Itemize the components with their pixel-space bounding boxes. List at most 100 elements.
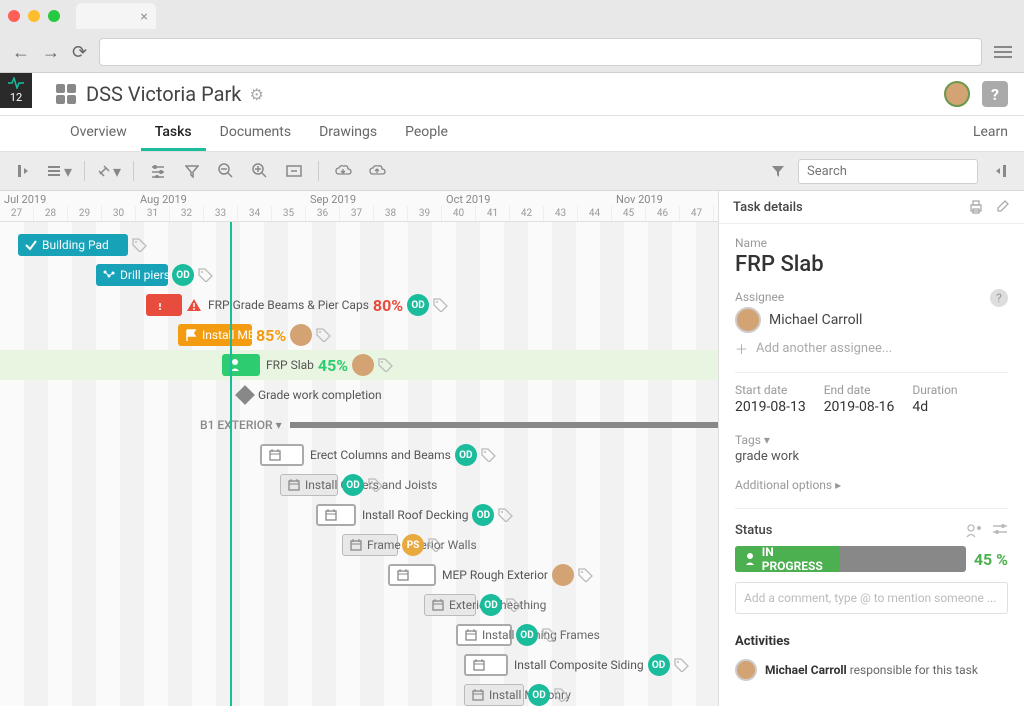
task-bar[interactable] [260, 444, 304, 466]
gantt-row[interactable]: Install Roof DeckingOD [0, 500, 718, 530]
task-bar[interactable]: Install MEP U/G [178, 324, 252, 346]
initials-badge[interactable]: OD [472, 504, 494, 526]
url-bar[interactable] [99, 38, 982, 66]
collapse-panel-icon[interactable] [12, 158, 40, 184]
timeline-week[interactable]: 31 [136, 206, 170, 221]
timeline-week[interactable]: 30 [102, 206, 136, 221]
gantt-row[interactable]: Install MasonryOD [0, 680, 718, 706]
help-assignee-icon[interactable]: ? [990, 289, 1008, 307]
initials-badge[interactable]: OD [516, 624, 538, 646]
tag-icon[interactable] [198, 268, 214, 282]
gantt-row[interactable]: Drill piersOD [0, 260, 718, 290]
task-bar[interactable] [464, 654, 508, 676]
task-bar[interactable]: Building Pad [18, 234, 128, 256]
gantt-row[interactable]: Install Awning FramesOD [0, 620, 718, 650]
sliders-icon[interactable] [144, 158, 172, 184]
milestone-icon[interactable] [235, 385, 255, 405]
add-assignee-button[interactable]: ＋ Add another assignee... [735, 339, 1008, 358]
assignee-avatar-badge[interactable] [552, 564, 574, 586]
tag-icon[interactable] [542, 628, 558, 642]
task-bar[interactable] [222, 354, 260, 376]
timeline-week[interactable]: 45 [612, 206, 646, 221]
timeline-week[interactable]: 47 [680, 206, 714, 221]
initials-badge[interactable]: OD [342, 474, 364, 496]
reload-button[interactable]: ⟳ [72, 42, 87, 63]
gantt-row[interactable]: FRP Grade Beams & Pier Caps80%OD [0, 290, 718, 320]
tag-icon[interactable] [368, 478, 384, 492]
tag-icon[interactable] [498, 508, 514, 522]
gantt-row[interactable]: Grade work completion [0, 380, 718, 410]
initials-badge[interactable]: PS [402, 534, 424, 556]
initials-badge[interactable]: OD [407, 294, 429, 316]
close-window-button[interactable] [8, 10, 20, 22]
duration-value[interactable]: 4d [912, 399, 957, 415]
tag-icon[interactable] [433, 298, 449, 312]
gantt-row[interactable]: Install MEP U/G85% [0, 320, 718, 350]
assign-status-icon[interactable] [966, 524, 982, 538]
gantt-row[interactable]: B1 EXTERIOR ▾ [0, 410, 718, 440]
initials-badge[interactable]: OD [648, 654, 670, 676]
tab-people[interactable]: People [391, 116, 462, 151]
timeline-week[interactable]: 28 [34, 206, 68, 221]
additional-options[interactable]: Additional options ▸ [735, 472, 1008, 508]
minimize-window-button[interactable] [28, 10, 40, 22]
cloud-download-icon[interactable] [329, 158, 357, 184]
gantt-row[interactable]: Erect Columns and BeamsOD [0, 440, 718, 470]
tab-overview[interactable]: Overview [56, 116, 141, 151]
fit-screen-icon[interactable] [280, 158, 308, 184]
tag-icon[interactable] [428, 538, 444, 552]
task-bar[interactable]: Install Masonry [464, 684, 524, 706]
task-bar[interactable]: Install Girders and Joists [280, 474, 338, 496]
timeline-week[interactable]: 27 [0, 206, 34, 221]
gantt-chart[interactable]: Jul 201927282930Aug 20193132333435Sep 20… [0, 191, 718, 706]
task-name-value[interactable]: FRP Slab [735, 252, 1008, 277]
initials-badge[interactable]: OD [528, 684, 550, 706]
tab-drawings[interactable]: Drawings [305, 116, 391, 151]
notifications-badge[interactable]: 12 [0, 73, 32, 108]
maximize-window-button[interactable] [48, 10, 60, 22]
task-bar[interactable] [316, 504, 356, 526]
close-tab-icon[interactable]: × [140, 9, 147, 25]
edit-icon[interactable] [996, 199, 1010, 215]
zoom-in-icon[interactable] [246, 158, 274, 184]
task-bar[interactable] [388, 564, 436, 586]
gantt-row[interactable]: Install Girders and JoistsOD [0, 470, 718, 500]
user-avatar[interactable] [944, 81, 970, 107]
task-bar[interactable]: Frame Exterior Walls [342, 534, 398, 556]
filter-icon[interactable] [178, 158, 206, 184]
tag-icon[interactable] [481, 448, 497, 462]
cloud-upload-icon[interactable] [363, 158, 391, 184]
help-icon[interactable]: ? [982, 81, 1008, 107]
gear-icon[interactable]: ⚙ [249, 85, 263, 104]
browser-menu-icon[interactable] [994, 46, 1012, 58]
tab-documents[interactable]: Documents [206, 116, 305, 151]
initials-badge[interactable]: OD [455, 444, 477, 466]
filter-funnel-icon[interactable] [764, 158, 792, 184]
tab-tasks[interactable]: Tasks [141, 116, 206, 151]
search-box[interactable] [798, 159, 978, 184]
tag-icon[interactable] [554, 688, 570, 702]
initials-badge[interactable]: OD [480, 594, 502, 616]
tag-icon[interactable] [674, 658, 690, 672]
gantt-row[interactable]: FRP Slab45% [0, 350, 718, 380]
assignee-row[interactable]: Michael Carroll [735, 307, 1008, 333]
assignee-avatar-badge[interactable] [290, 324, 312, 346]
timeline-week[interactable]: 32 [170, 206, 204, 221]
assignee-avatar-badge[interactable] [352, 354, 374, 376]
timeline-week[interactable]: 38 [374, 206, 408, 221]
timeline-week[interactable]: 40 [442, 206, 476, 221]
timeline-week[interactable]: 44 [578, 206, 612, 221]
tag-icon[interactable] [316, 328, 332, 342]
initials-badge[interactable]: OD [172, 264, 194, 286]
task-bar[interactable]: Install Awning Frames [456, 624, 512, 646]
expand-panel-icon[interactable] [984, 158, 1012, 184]
task-bar[interactable]: Drill piers [96, 264, 168, 286]
timeline-week[interactable]: 33 [204, 206, 238, 221]
timeline-week[interactable]: 34 [238, 206, 272, 221]
comment-input[interactable]: Add a comment, type @ to mention someone… [735, 582, 1008, 614]
end-date-value[interactable]: 2019-08-16 [824, 399, 895, 415]
gantt-row[interactable]: Exterior SheathingOD [0, 590, 718, 620]
timeline-week[interactable]: 35 [272, 206, 306, 221]
gantt-row[interactable]: Install Composite SidingOD [0, 650, 718, 680]
timeline-week[interactable]: 43 [544, 206, 578, 221]
